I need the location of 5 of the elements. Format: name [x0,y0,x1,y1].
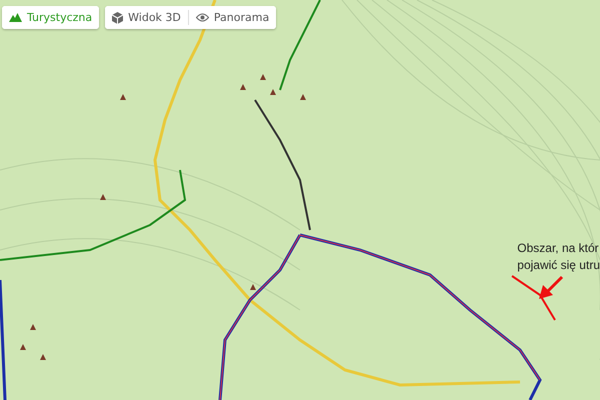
map-mode-tab[interactable]: Panorama [188,6,276,29]
map-mode-tab[interactable]: Turystyczna [2,6,100,29]
map-mode-tab[interactable]: Widok 3D [105,6,188,29]
annotation-text: pojawić się utru [517,257,600,274]
annotation-text: Obszar, na któr [517,240,600,257]
